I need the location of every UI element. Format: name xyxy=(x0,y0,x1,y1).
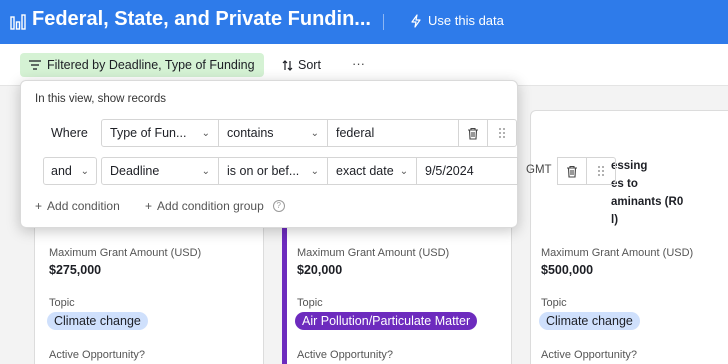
max-grant-label: Maximum Grant Amount (USD) xyxy=(49,247,202,259)
max-grant-value: $275,000 xyxy=(49,263,102,277)
chevron-down-icon: ⌄ xyxy=(80,165,89,177)
conjunction-select[interactable]: and ⌄ xyxy=(43,157,97,185)
max-grant-value: $500,000 xyxy=(541,263,594,277)
drag-dots-icon xyxy=(499,128,505,138)
chevron-down-icon: ⌄ xyxy=(399,165,409,177)
active-opportunity-label: Active Opportunity? xyxy=(541,349,637,361)
drag-handle-2[interactable] xyxy=(586,157,616,185)
field-select-2[interactable]: Deadline ⌄ xyxy=(101,157,219,185)
max-grant-label: Maximum Grant Amount (USD) xyxy=(541,247,694,259)
date-input-text: 9/5/2024 xyxy=(425,164,474,178)
value-input-1[interactable]: federal xyxy=(327,119,459,147)
drag-handle-1[interactable] xyxy=(487,119,517,147)
header-divider xyxy=(383,14,384,30)
trash-icon xyxy=(567,165,577,178)
drag-dots-icon xyxy=(598,166,604,176)
max-grant-value: $20,000 xyxy=(297,263,343,277)
use-this-data-button[interactable]: Use this data xyxy=(410,13,504,28)
where-label: Where xyxy=(51,126,88,140)
topic-pill: Air Pollution/Particulate Matter xyxy=(295,312,478,330)
filter-button[interactable]: Filtered by Deadline, Type of Funding xyxy=(20,53,264,77)
sort-button[interactable]: Sort xyxy=(282,53,321,77)
help-icon[interactable]: ? xyxy=(272,200,285,212)
add-condition-group-button[interactable]: + Add condition group ? xyxy=(145,199,285,213)
more-options-button[interactable]: ··· xyxy=(352,53,365,77)
sort-arrows-icon xyxy=(282,59,293,71)
sort-label: Sort xyxy=(298,58,321,72)
topic-label: Topic xyxy=(541,297,567,309)
filter-heading: In this view, show records xyxy=(35,93,167,105)
chevron-down-icon: ⌄ xyxy=(310,127,319,139)
max-grant-label: Maximum Grant Amount (USD) xyxy=(297,247,450,259)
plus-icon: + xyxy=(145,199,153,213)
record-card-3[interactable]: essing es to aminants (R0 l) Maximum Gra… xyxy=(530,110,728,364)
operator-select-1-value: contains xyxy=(227,126,274,140)
app-header: Federal, State, and Private Fundin... Us… xyxy=(0,0,728,44)
timezone-label: GMT xyxy=(526,164,552,176)
card-title-fragment-3: aminants (R0 xyxy=(611,196,684,208)
conjunction-value: and xyxy=(51,164,72,178)
topic-label: Topic xyxy=(297,297,323,309)
topic-pill: Climate change xyxy=(47,312,148,330)
operator-select-2-value: is on or bef... xyxy=(227,164,300,178)
filter-label: Filtered by Deadline, Type of Funding xyxy=(47,58,255,72)
add-condition-group-label: Add condition group xyxy=(157,199,264,213)
date-mode-select[interactable]: exact date ⌄ xyxy=(327,157,417,185)
filter-lines-icon xyxy=(29,60,41,70)
value-input-1-text: federal xyxy=(336,126,375,140)
field-select-2-value: Deadline xyxy=(110,164,160,178)
topic-pill: Climate change xyxy=(539,312,640,330)
topic-label: Topic xyxy=(49,297,75,309)
date-input[interactable]: 9/5/2024 xyxy=(416,157,518,185)
use-this-data-label: Use this data xyxy=(428,13,504,28)
chevron-down-icon: ⌄ xyxy=(310,165,319,177)
card-title-fragment-1: essing xyxy=(611,160,648,172)
date-mode-value: exact date xyxy=(336,164,394,178)
delete-condition-button-1[interactable] xyxy=(458,119,488,147)
active-opportunity-label: Active Opportunity? xyxy=(49,349,145,361)
add-condition-button[interactable]: + Add condition xyxy=(35,199,120,213)
lightning-icon xyxy=(411,13,421,28)
field-select-1-value: Type of Fun... xyxy=(110,126,187,140)
chevron-down-icon: ⌄ xyxy=(201,127,210,139)
chart-bars-icon xyxy=(10,14,26,30)
operator-select-1[interactable]: contains ⌄ xyxy=(218,119,328,147)
trash-icon xyxy=(468,127,478,140)
card-title-fragment-4: l) xyxy=(611,214,619,226)
delete-condition-button-2[interactable] xyxy=(557,157,587,185)
page-title: Federal, State, and Private Fundin... xyxy=(32,8,371,30)
active-opportunity-label: Active Opportunity? xyxy=(297,349,393,361)
operator-select-2[interactable]: is on or bef... ⌄ xyxy=(218,157,328,185)
field-select-1[interactable]: Type of Fun... ⌄ xyxy=(101,119,219,147)
filter-popup: In this view, show records Where Type of… xyxy=(20,80,616,228)
plus-icon: + xyxy=(35,199,43,213)
chevron-down-icon: ⌄ xyxy=(201,165,210,177)
add-condition-label: Add condition xyxy=(47,199,120,213)
